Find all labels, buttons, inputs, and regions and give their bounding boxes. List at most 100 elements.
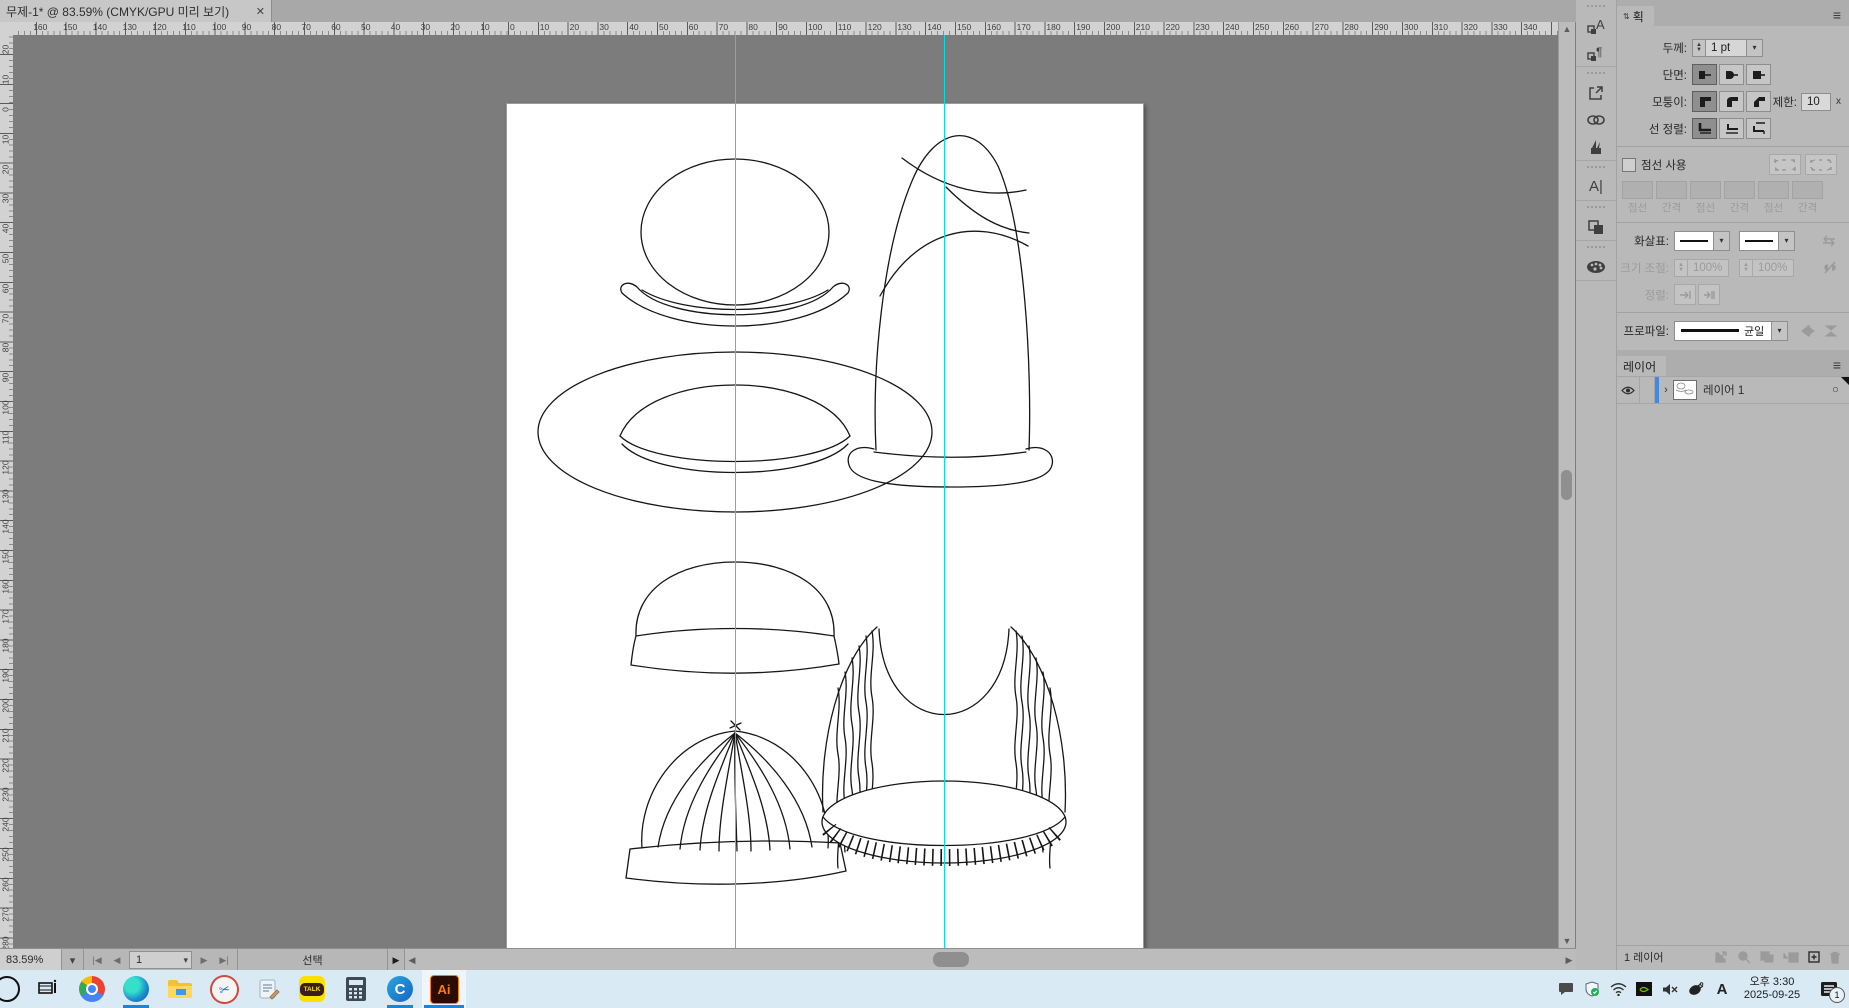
layer-target-icon[interactable]: ○ xyxy=(1832,384,1839,396)
stroke-panel-tab[interactable]: ⇅ 획 xyxy=(1617,6,1654,26)
scroll-down-icon[interactable]: ▼ xyxy=(1559,934,1575,948)
ime-language-icon[interactable]: A xyxy=(1709,970,1735,1008)
vertical-scroll-thumb[interactable] xyxy=(1561,470,1572,500)
dashed-line-checkbox[interactable] xyxy=(1622,158,1636,172)
character-styles-icon[interactable]: A xyxy=(1576,12,1616,39)
scale-end-field[interactable]: 100% xyxy=(1752,259,1794,277)
swap-arrowheads-icon[interactable] xyxy=(1821,235,1837,247)
pathfinder-icon[interactable] xyxy=(1576,213,1616,240)
volume-muted-icon[interactable] xyxy=(1657,970,1683,1008)
vertical-guide[interactable] xyxy=(944,35,945,948)
nvidia-tray-icon[interactable] xyxy=(1631,970,1657,1008)
zoom-level-field[interactable]: 83.59% xyxy=(0,949,62,971)
new-sublayer-icon[interactable] xyxy=(1783,951,1799,963)
stroke-weight-field[interactable]: 1 pt xyxy=(1705,39,1747,57)
drag-handle[interactable] xyxy=(1587,72,1605,78)
arrowhead-start-combo[interactable] xyxy=(1674,231,1714,251)
notepad-icon[interactable] xyxy=(246,970,290,1008)
layer-row[interactable]: › 레이어 1 ○ xyxy=(1617,376,1849,404)
flip-along-icon[interactable] xyxy=(1801,325,1815,337)
drag-handle[interactable] xyxy=(1587,166,1605,172)
vertical-ruler[interactable]: 2010010203040506070809010011012013014015… xyxy=(0,35,14,948)
close-tab-icon[interactable]: ✕ xyxy=(256,5,265,18)
visibility-eye-icon[interactable] xyxy=(1617,377,1640,403)
layers-panel-tab[interactable]: 레이어 xyxy=(1617,356,1666,376)
stroke-weight-stepper[interactable]: ▲▼ xyxy=(1692,39,1705,57)
artboard-dropdown-icon[interactable]: ▾ xyxy=(183,955,188,966)
cortana-icon[interactable] xyxy=(0,970,26,1008)
scale-start-field[interactable]: 100% xyxy=(1687,259,1729,277)
stroke-panel-menu-icon[interactable]: ≡ xyxy=(1833,7,1841,23)
dash-field[interactable] xyxy=(1758,181,1789,199)
wifi-icon[interactable] xyxy=(1605,970,1631,1008)
layer-thumbnail[interactable] xyxy=(1673,380,1697,400)
stroke-profile-combo[interactable]: 균일 xyxy=(1674,321,1772,341)
last-artboard-icon[interactable]: ▶| xyxy=(214,955,234,966)
canvas-viewport[interactable] xyxy=(13,35,1558,948)
drag-handle[interactable] xyxy=(1587,246,1605,252)
vertical-scrollbar[interactable]: ▲ ▼ xyxy=(1558,22,1575,948)
horizontal-scroll-thumb[interactable] xyxy=(933,952,969,967)
drag-handle[interactable] xyxy=(1587,5,1605,11)
align-arrow-end-button[interactable] xyxy=(1698,284,1720,305)
drag-handle[interactable] xyxy=(1587,206,1605,212)
horizontal-scrollbar[interactable]: ◀ ▶ xyxy=(404,949,1576,971)
link-scale-icon[interactable] xyxy=(1823,261,1837,275)
scroll-left-icon[interactable]: ◀ xyxy=(405,949,419,971)
gap-field[interactable] xyxy=(1792,181,1823,199)
scroll-right-icon[interactable]: ▶ xyxy=(1562,949,1576,971)
zoom-dropdown-icon[interactable]: ▾ xyxy=(62,949,84,971)
calculator-icon[interactable] xyxy=(334,970,378,1008)
cap-projecting-button[interactable] xyxy=(1746,64,1771,85)
next-artboard-icon[interactable]: ▶ xyxy=(194,955,214,966)
vertical-guide[interactable] xyxy=(735,35,736,948)
file-explorer-icon[interactable] xyxy=(158,970,202,1008)
scroll-up-icon[interactable]: ▲ xyxy=(1559,22,1575,36)
cap-round-button[interactable] xyxy=(1719,64,1744,85)
collect-for-export-icon[interactable] xyxy=(1714,950,1728,964)
links-icon[interactable] xyxy=(1576,106,1616,133)
prev-artboard-icon[interactable]: ◀ xyxy=(107,955,127,966)
new-layer-icon[interactable] xyxy=(1808,951,1820,963)
arrowhead-end-combo[interactable] xyxy=(1739,231,1779,251)
layers-panel-menu-icon[interactable]: ≡ xyxy=(1833,357,1841,373)
corner-miter-button[interactable] xyxy=(1692,91,1717,112)
notification-center-icon[interactable]: 1 xyxy=(1809,970,1849,1008)
type-panel-icon[interactable]: A| xyxy=(1576,173,1616,200)
status-tool-field[interactable]: 선택 xyxy=(238,949,388,971)
illustrator-taskbar-icon[interactable]: Ai xyxy=(422,970,466,1008)
dash-preserve-button[interactable] xyxy=(1769,154,1801,175)
layer-name[interactable]: 레이어 1 xyxy=(1703,382,1744,398)
layer-expand-chevron-icon[interactable]: › xyxy=(1659,384,1673,396)
dash-align-button[interactable] xyxy=(1805,154,1837,175)
chat-tray-icon[interactable] xyxy=(1553,970,1579,1008)
export-icon[interactable] xyxy=(1576,79,1616,106)
scale-end-stepper[interactable]: ▲▼ xyxy=(1739,259,1752,277)
align-stroke-outside-button[interactable] xyxy=(1746,118,1771,139)
clock[interactable]: 오후 3:30 2025-09-25 xyxy=(1735,970,1809,1008)
satellite-tray-icon[interactable] xyxy=(1683,970,1709,1008)
arrowhead-start-dropdown-icon[interactable]: ▾ xyxy=(1714,231,1730,251)
brushes-icon[interactable] xyxy=(1576,133,1616,160)
security-shield-icon[interactable] xyxy=(1579,970,1605,1008)
first-artboard-icon[interactable]: |◀ xyxy=(87,955,107,966)
scale-start-stepper[interactable]: ▲▼ xyxy=(1674,259,1687,277)
align-stroke-center-button[interactable] xyxy=(1692,118,1717,139)
color-themes-icon[interactable] xyxy=(1576,253,1616,280)
chrome-icon[interactable] xyxy=(70,970,114,1008)
stroke-weight-dropdown-icon[interactable]: ▾ xyxy=(1747,39,1763,57)
edge-icon[interactable] xyxy=(114,970,158,1008)
arrowhead-end-dropdown-icon[interactable]: ▾ xyxy=(1779,231,1795,251)
clipping-mask-icon[interactable] xyxy=(1760,951,1774,963)
panel-cycle-icon[interactable]: ⇅ xyxy=(1623,12,1629,21)
dash-field[interactable] xyxy=(1622,181,1653,199)
horizontal-ruler[interactable]: 1601501401301201101009080706050403020100… xyxy=(13,22,1558,36)
delete-layer-icon[interactable] xyxy=(1829,951,1841,964)
ruler-origin-corner[interactable] xyxy=(0,22,14,36)
stroke-profile-dropdown-icon[interactable]: ▾ xyxy=(1772,321,1788,341)
dash-field[interactable] xyxy=(1690,181,1721,199)
status-expander-icon[interactable]: ▶ xyxy=(388,949,404,971)
miter-limit-field[interactable]: 10 xyxy=(1801,93,1831,111)
flip-across-icon[interactable] xyxy=(1824,325,1838,337)
align-stroke-inside-button[interactable] xyxy=(1719,118,1744,139)
